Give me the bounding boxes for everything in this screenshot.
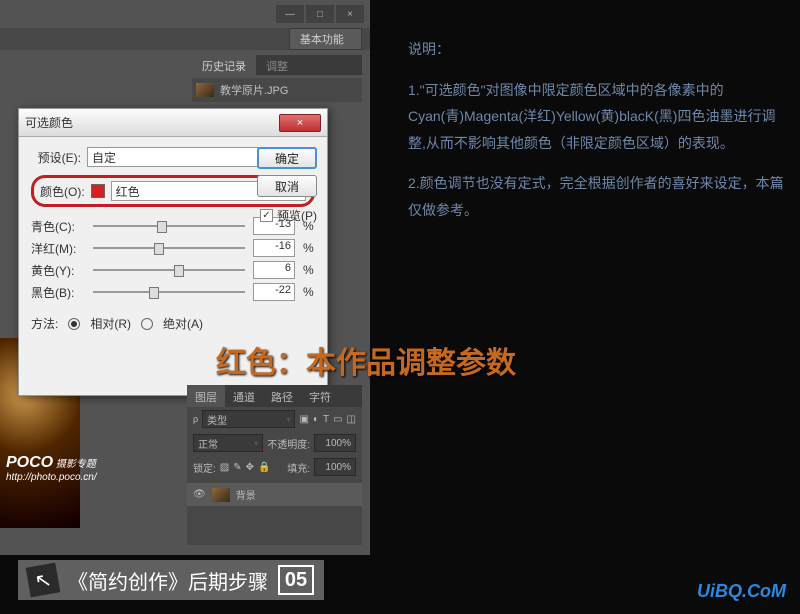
filename-label: 教学原片.JPG (220, 82, 288, 98)
titlebar: — □ × (0, 0, 370, 28)
dialog-title: 可选颜色 (25, 114, 73, 131)
fill-label: 填充: (287, 460, 310, 475)
description-text: 说明： 1."可选颜色"对图像中限定颜色区域中的各像素中的Cyan(青)Mage… (408, 36, 786, 238)
layers-panel: 图层 通道 路径 字符 ρ 类型▾ ▣ ◐ T ▭ ◫ 正常▾ 不透明度: 10… (187, 385, 362, 545)
ok-button[interactable]: 确定 (257, 147, 317, 169)
visibility-icon[interactable]: 👁 (193, 489, 206, 500)
layer-name: 背景 (236, 487, 256, 502)
history-panel-tabs: 历史记录 调整 (192, 55, 362, 75)
lock-position-icon[interactable]: ✥ (246, 462, 254, 473)
close-window-button[interactable]: × (336, 5, 364, 23)
tab-characters[interactable]: 字符 (301, 385, 339, 407)
preview-checkbox[interactable]: ✓ (260, 209, 273, 222)
yellow-input[interactable]: 6 (253, 261, 295, 279)
filter-shape-icon[interactable]: ▭ (333, 414, 342, 425)
tab-adjustments[interactable]: 调整 (256, 55, 298, 75)
filter-adjust-icon[interactable]: ◐ (313, 414, 319, 425)
black-input[interactable]: -22 (253, 283, 295, 301)
magenta-slider[interactable] (93, 241, 245, 255)
history-item[interactable]: 教学原片.JPG (192, 78, 362, 102)
lock-transparency-icon[interactable]: ▨ (220, 462, 229, 473)
cyan-slider[interactable] (93, 219, 245, 233)
options-bar: 基本功能 ▾ (0, 28, 370, 50)
black-slider[interactable] (93, 285, 245, 299)
filter-image-icon[interactable]: ▣ (299, 414, 308, 425)
desc-paragraph-2: 2.颜色调节也没有定式，完全根据创作者的喜好来设定，本篇仅做参考。 (408, 170, 786, 223)
desc-paragraph-1: 1."可选颜色"对图像中限定颜色区域中的各像素中的Cyan(青)Magenta(… (408, 77, 786, 157)
tab-channels[interactable]: 通道 (225, 385, 263, 407)
cancel-button[interactable]: 取消 (257, 175, 317, 197)
layer-row[interactable]: 👁 背景 (187, 483, 362, 506)
blend-mode-dropdown[interactable]: 正常▾ (193, 434, 263, 452)
filter-text-icon[interactable]: T (323, 414, 329, 425)
step-number: 05 (278, 565, 314, 595)
dialog-close-button[interactable]: × (279, 114, 321, 132)
fill-input[interactable]: 100% (314, 458, 356, 476)
tab-history[interactable]: 历史记录 (192, 55, 256, 75)
layer-kind-dropdown[interactable]: 类型▾ (202, 410, 295, 428)
magenta-input[interactable]: -16 (253, 239, 295, 257)
minimize-button[interactable]: — (276, 5, 304, 23)
black-label: 黑色(B): (31, 284, 85, 301)
opacity-input[interactable]: 100% (314, 434, 356, 452)
photoshop-window: — □ × 基本功能 ▾ 历史记录 调整 教学原片.JPG 可选颜色 × 预设(… (0, 0, 370, 555)
step-footer: ↖ 《简约创作》后期步骤 05 (18, 560, 324, 600)
absolute-label: 绝对(A) (163, 315, 203, 332)
lock-pixels-icon[interactable]: ✎ (233, 462, 241, 473)
tab-paths[interactable]: 路径 (263, 385, 301, 407)
desc-title: 说明： (408, 36, 786, 63)
main-heading: 红色：本作品调整参数 (216, 338, 516, 382)
filter-smart-icon[interactable]: ◫ (347, 414, 356, 425)
tab-layers[interactable]: 图层 (187, 385, 225, 407)
arrow-icon: ↖ (26, 563, 61, 598)
yellow-label: 黄色(Y): (31, 262, 85, 279)
absolute-radio[interactable] (141, 318, 153, 330)
relative-label: 相对(R) (90, 315, 131, 332)
opacity-label: 不透明度: (267, 436, 310, 451)
maximize-button[interactable]: □ (306, 5, 334, 23)
preset-label: 预设(E): (31, 149, 81, 166)
lock-label: 锁定: (193, 460, 216, 475)
method-label: 方法: (31, 315, 58, 332)
dialog-titlebar[interactable]: 可选颜色 × (19, 109, 327, 137)
yellow-slider[interactable] (93, 263, 245, 277)
layer-thumb-icon (212, 488, 230, 502)
magenta-label: 洋红(M): (31, 240, 85, 257)
workspace-dropdown[interactable]: 基本功能 ▾ (289, 28, 362, 50)
footer-title: 《简约创作》后期步骤 (68, 566, 268, 595)
cyan-label: 青色(C): (31, 218, 85, 235)
uibq-watermark: UiBQ.CoM (697, 581, 786, 602)
relative-radio[interactable] (68, 318, 80, 330)
thumbnail-icon (196, 83, 214, 97)
preview-label: 预览(P) (277, 207, 317, 224)
color-swatch-icon (91, 184, 105, 198)
poco-watermark: POCO 摄影专题 http://photo.poco.cn/ (6, 454, 97, 483)
color-label: 颜色(O): (40, 183, 85, 200)
lock-all-icon[interactable]: 🔒 (258, 462, 270, 473)
